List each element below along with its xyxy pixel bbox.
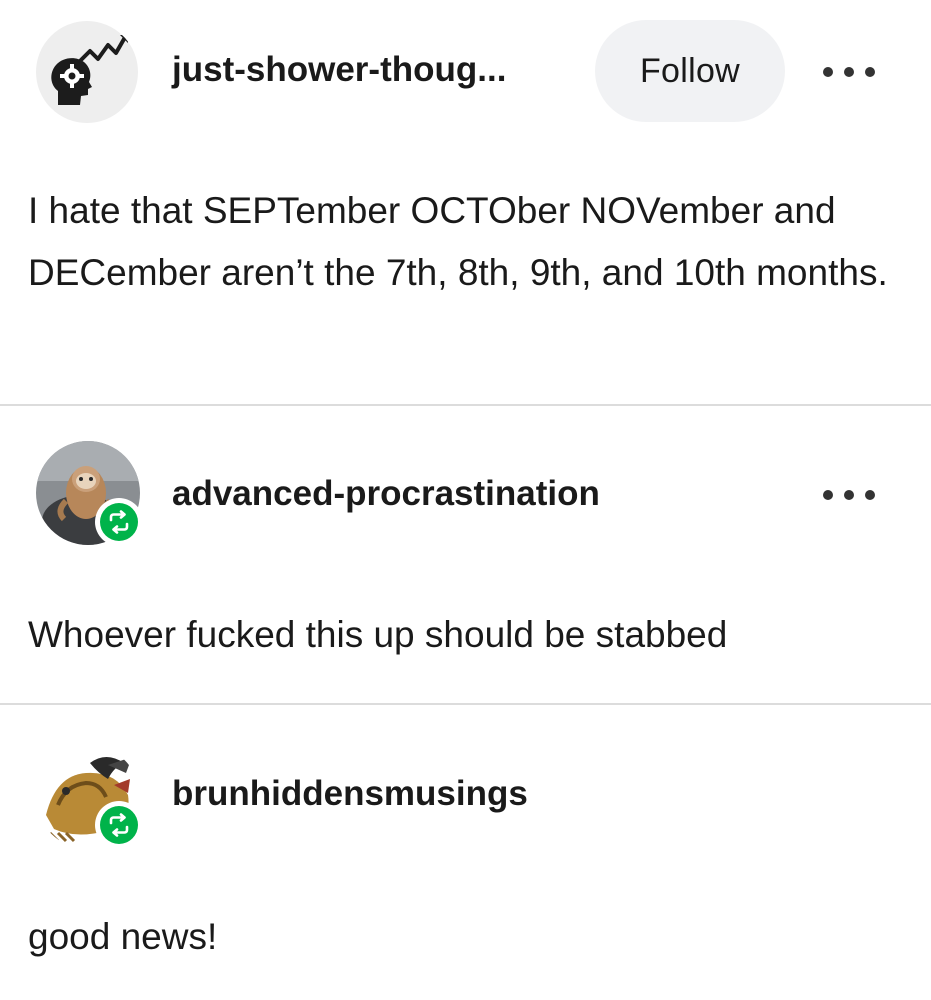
more-options-icon[interactable]: [823, 485, 875, 505]
blog-avatar[interactable]: [36, 21, 138, 123]
post-body-text: good news!: [28, 916, 218, 957]
follow-button[interactable]: Follow: [595, 20, 785, 122]
brain-gear-trend-icon: [51, 35, 128, 105]
reblog-icon: [109, 813, 129, 837]
reblog-badge: [95, 801, 143, 849]
reblog-badge: [95, 498, 143, 546]
blog-username[interactable]: advanced-procrastination: [172, 474, 600, 514]
post-body-text: I hate that SEPTember OCTOber NOVember a…: [28, 190, 888, 293]
more-options-icon[interactable]: [823, 62, 875, 82]
blog-username[interactable]: brunhiddensmusings: [172, 774, 528, 814]
post-divider: [0, 404, 931, 406]
post-body-text: Whoever fucked this up should be stabbed: [28, 614, 728, 655]
blog-username[interactable]: just-shower-thoug...: [172, 50, 506, 90]
post-original: just-shower-thoug... Follow I hate that …: [0, 0, 931, 405]
reblog-icon: [109, 510, 129, 534]
